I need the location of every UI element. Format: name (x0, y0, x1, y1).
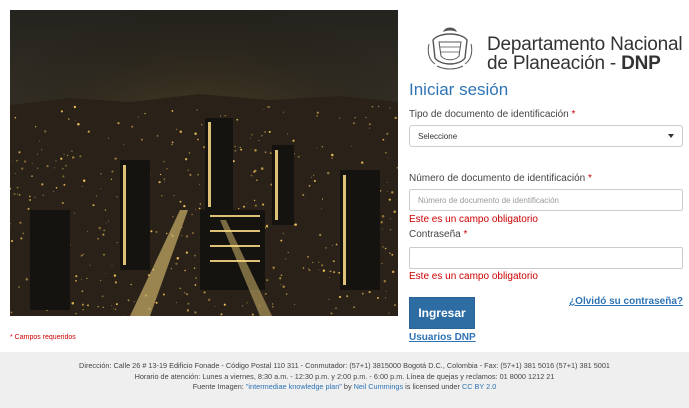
doc-type-selected-value: Seleccione (418, 132, 458, 141)
login-button[interactable]: Ingresar (409, 297, 475, 329)
colombia-coat-of-arms-icon (427, 27, 473, 70)
city-night-photo (10, 10, 398, 316)
footer-image-credit: Fuente Imagen: "intermediae knowledge pl… (192, 382, 497, 391)
license-link[interactable]: CC BY 2.0 (462, 382, 496, 391)
login-page: * Campos requeridos Departamento Naciona… (0, 0, 689, 408)
forgot-password-link[interactable]: ¿Olvidó su contraseña? (569, 296, 683, 307)
image-source-link[interactable]: "intermediae knowledge plan" (246, 382, 342, 391)
password-error: Este es un campo obligatorio (409, 271, 538, 282)
doc-number-error: Este es un campo obligatorio (409, 214, 538, 225)
required-fields-note: * Campos requeridos (10, 334, 76, 341)
doc-type-select[interactable]: Seleccione (409, 125, 683, 147)
page-title: Iniciar sesión (409, 80, 509, 99)
footer: Dirección: Calle 26 # 13-19 Edificio Fon… (0, 352, 689, 408)
author-link[interactable]: Neil Cummings (354, 382, 403, 391)
footer-hours: Horario de atención: Lunes a viernes, 8:… (134, 371, 555, 381)
password-label: Contraseña * (409, 229, 468, 240)
doc-type-label: Tipo de documento de identificación * (409, 109, 576, 120)
dnp-users-link[interactable]: Usuarios DNP (409, 332, 476, 343)
doc-number-input[interactable] (409, 189, 683, 211)
footer-address: Dirección: Calle 26 # 13-19 Edificio Fon… (79, 361, 610, 370)
brand-acronym: DNP (621, 53, 661, 74)
doc-number-label: Número de documento de identificación * (409, 173, 592, 184)
dnp-logo: Departamento Nacional de Planeación - DN… (425, 20, 687, 76)
brand-name-line2: de Planeación - DNP (487, 53, 661, 74)
password-input[interactable] (409, 247, 683, 269)
chevron-down-icon (668, 134, 674, 138)
